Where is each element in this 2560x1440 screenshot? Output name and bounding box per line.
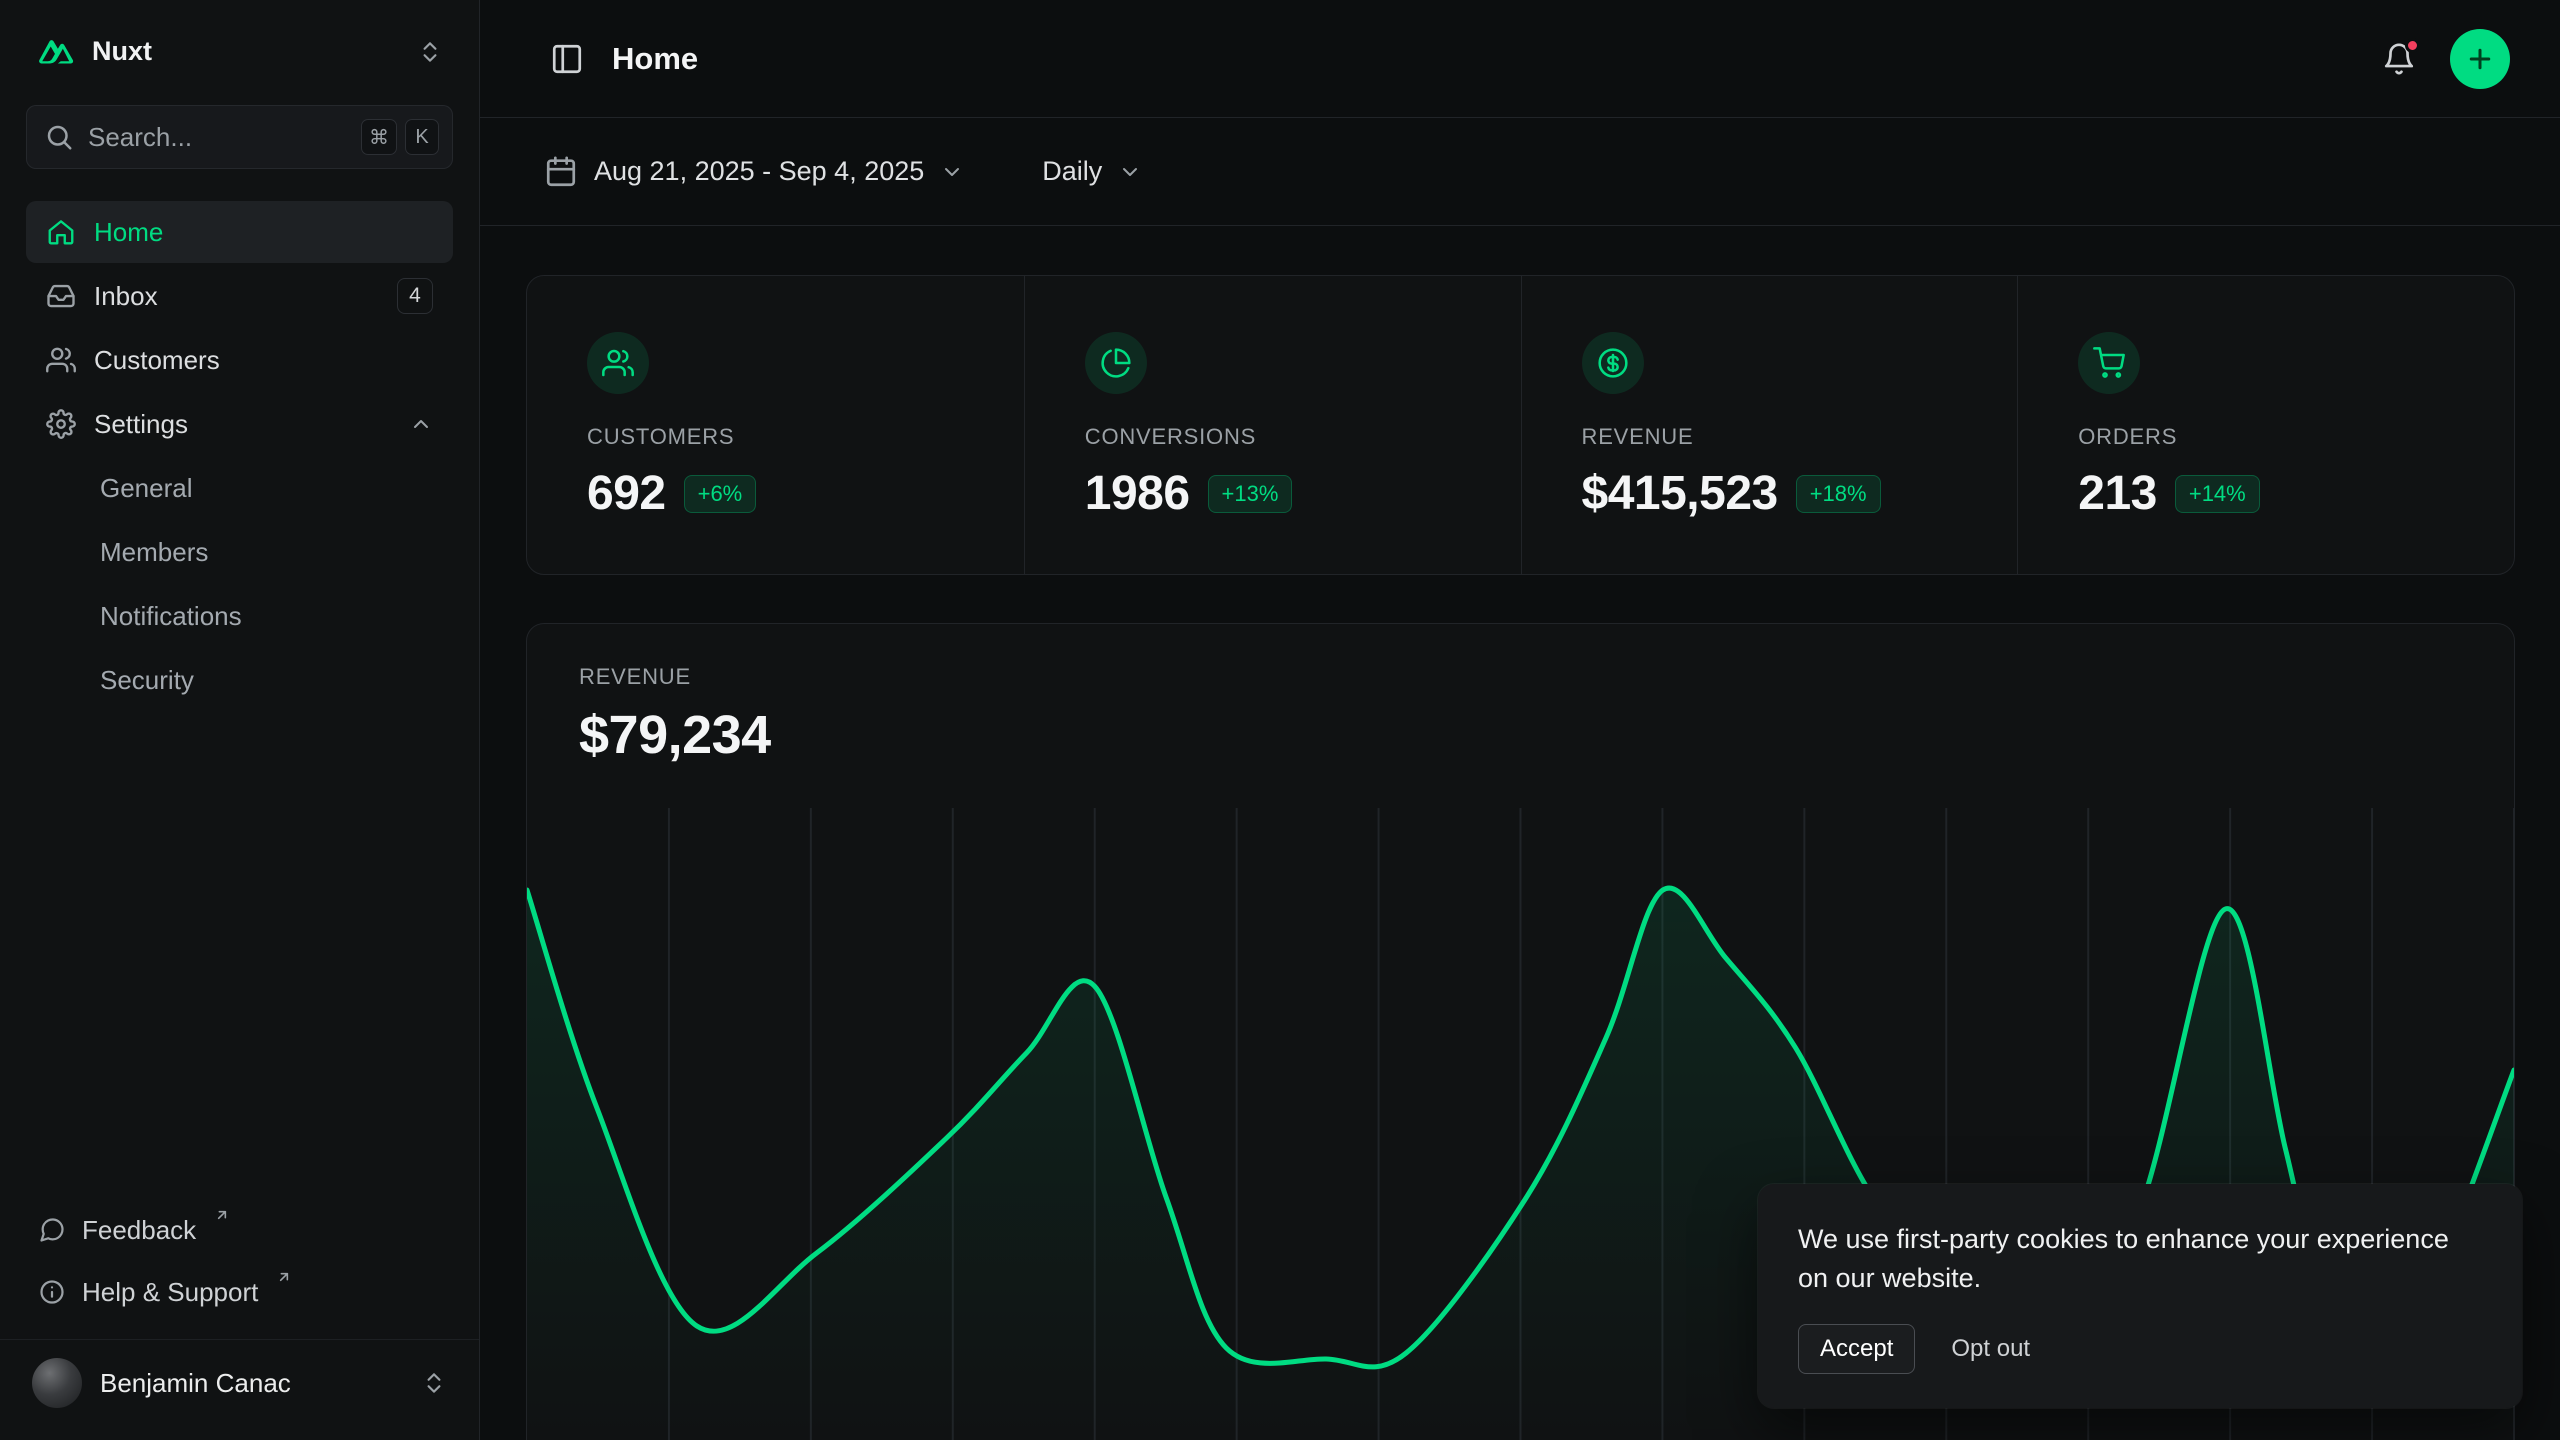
stat-delta-badge: +13% xyxy=(1208,475,1293,513)
chat-bubble-icon xyxy=(38,1216,66,1244)
chevrons-up-down-icon xyxy=(417,39,443,65)
user-name: Benjamin Canac xyxy=(100,1368,403,1399)
chevron-down-icon xyxy=(940,160,964,184)
stat-revenue[interactable]: REVENUE $415,523 +18% xyxy=(1521,276,2018,574)
nav-label: Home xyxy=(94,217,163,248)
stat-label: CUSTOMERS xyxy=(587,424,1024,450)
feedback-link[interactable]: Feedback xyxy=(26,1199,453,1261)
workspace-name: Nuxt xyxy=(92,36,401,67)
stat-label: ORDERS xyxy=(2078,424,2514,450)
external-link-icon xyxy=(214,1207,230,1223)
topbar: Home xyxy=(480,0,2560,118)
shopping-cart-icon xyxy=(2078,332,2140,394)
sidebar-item-customers[interactable]: Customers xyxy=(26,329,453,391)
cookie-optout-button[interactable]: Opt out xyxy=(1951,1335,2030,1363)
subnav-label: Security xyxy=(100,665,194,696)
stat-label: REVENUE xyxy=(1582,424,2018,450)
sidebar: Nuxt ⌘ K Home I xyxy=(0,0,480,1440)
cookie-banner: We use first-party cookies to enhance yo… xyxy=(1758,1184,2522,1408)
stat-value: 692 xyxy=(587,466,666,521)
kbd-k: K xyxy=(405,119,439,155)
chevron-up-icon xyxy=(409,412,433,436)
stat-customers[interactable]: CUSTOMERS 692 +6% xyxy=(527,276,1024,574)
sidebar-item-notifications[interactable]: Notifications xyxy=(26,585,453,647)
sidebar-item-inbox[interactable]: Inbox 4 xyxy=(26,265,453,327)
nuxt-logo-icon xyxy=(36,38,76,66)
footer-link-label: Feedback xyxy=(82,1215,196,1246)
info-circle-icon xyxy=(38,1278,66,1306)
dollar-circle-icon xyxy=(1582,332,1644,394)
nav-label: Settings xyxy=(94,409,188,440)
chart-header: REVENUE $79,234 xyxy=(527,624,2514,766)
notification-dot xyxy=(2405,38,2420,53)
chevrons-up-down-icon xyxy=(421,1370,447,1396)
sidebar-footer: Feedback Help & Support Benjamin Canac xyxy=(26,1199,453,1414)
search-box[interactable]: ⌘ K xyxy=(26,105,453,169)
subnav-label: Members xyxy=(100,537,208,568)
sidebar-toggle-button[interactable] xyxy=(544,36,590,82)
inbox-icon xyxy=(46,281,76,311)
chevron-down-icon xyxy=(1118,160,1142,184)
sidebar-item-general[interactable]: General xyxy=(26,457,453,519)
sidebar-nav: Home Inbox 4 Customers Settings xyxy=(26,201,453,711)
pie-chart-icon xyxy=(1085,332,1147,394)
stat-label: CONVERSIONS xyxy=(1085,424,1521,450)
filter-toolbar: Aug 21, 2025 - Sep 4, 2025 Daily xyxy=(480,118,2560,226)
calendar-icon xyxy=(544,155,578,189)
sidebar-item-settings[interactable]: Settings xyxy=(26,393,453,455)
stat-delta-badge: +18% xyxy=(1796,475,1881,513)
granularity-select[interactable]: Daily xyxy=(1042,156,1142,187)
date-range-label: Aug 21, 2025 - Sep 4, 2025 xyxy=(594,156,924,187)
panel-left-icon xyxy=(550,42,584,76)
user-avatar xyxy=(32,1358,82,1408)
users-icon xyxy=(587,332,649,394)
stat-value: 1986 xyxy=(1085,466,1190,521)
help-support-link[interactable]: Help & Support xyxy=(26,1261,453,1323)
users-icon xyxy=(46,345,76,375)
external-link-icon xyxy=(276,1269,292,1285)
footer-link-label: Help & Support xyxy=(82,1277,258,1308)
user-menu[interactable]: Benjamin Canac xyxy=(0,1339,479,1414)
plus-icon xyxy=(2465,44,2495,74)
cookie-accept-button[interactable]: Accept xyxy=(1798,1324,1915,1374)
sidebar-item-home[interactable]: Home xyxy=(26,201,453,263)
granularity-label: Daily xyxy=(1042,156,1102,187)
sidebar-item-security[interactable]: Security xyxy=(26,649,453,711)
subnav-label: General xyxy=(100,473,193,504)
search-shortcut: ⌘ K xyxy=(361,119,439,155)
stat-delta-badge: +14% xyxy=(2175,475,2260,513)
nav-label: Customers xyxy=(94,345,220,376)
subnav-label: Notifications xyxy=(100,601,242,632)
settings-subnav: General Members Notifications Security xyxy=(26,457,453,711)
stat-orders[interactable]: ORDERS 213 +14% xyxy=(2017,276,2514,574)
search-icon xyxy=(44,122,74,152)
stat-value: 213 xyxy=(2078,466,2157,521)
cookie-actions: Accept Opt out xyxy=(1798,1324,2482,1374)
chart-title: REVENUE xyxy=(579,664,2514,690)
gear-icon xyxy=(46,409,76,439)
chart-current-value: $79,234 xyxy=(579,704,2514,766)
stat-conversions[interactable]: CONVERSIONS 1986 +13% xyxy=(1024,276,1521,574)
add-button[interactable] xyxy=(2450,29,2510,89)
sidebar-item-members[interactable]: Members xyxy=(26,521,453,583)
page-title: Home xyxy=(612,41,698,77)
nav-label: Inbox xyxy=(94,281,158,312)
app-root: Nuxt ⌘ K Home I xyxy=(0,0,2560,1440)
stat-delta-badge: +6% xyxy=(684,475,757,513)
workspace-selector[interactable]: Nuxt xyxy=(26,26,453,77)
stats-panel: CUSTOMERS 692 +6% CONVERSIONS 1986 +13% xyxy=(526,275,2515,575)
date-range-picker[interactable]: Aug 21, 2025 - Sep 4, 2025 xyxy=(544,155,964,189)
kbd-cmd: ⌘ xyxy=(361,119,397,155)
topbar-actions xyxy=(2376,29,2510,89)
home-icon xyxy=(46,217,76,247)
cookie-message: We use first-party cookies to enhance yo… xyxy=(1798,1220,2482,1298)
inbox-count-badge: 4 xyxy=(397,278,433,314)
stat-value: $415,523 xyxy=(1582,466,1778,521)
search-input[interactable] xyxy=(88,122,347,153)
